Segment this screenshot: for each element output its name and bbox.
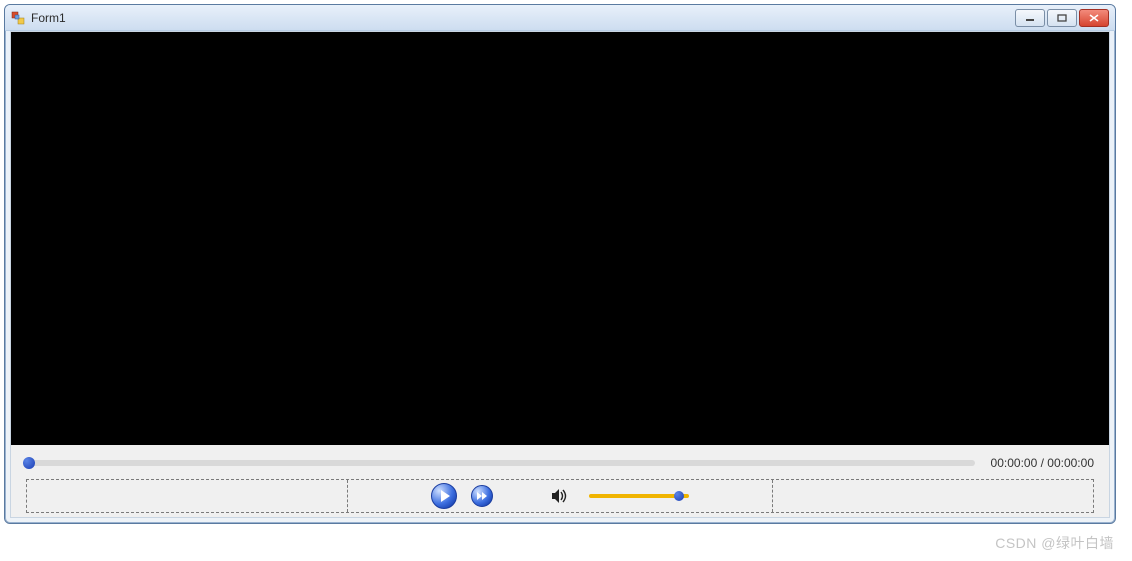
seek-thumb[interactable] [23, 457, 35, 469]
controls-right-cell [773, 480, 1093, 512]
fast-forward-button[interactable] [471, 485, 493, 507]
window-title: Form1 [31, 11, 66, 25]
controls-panel [26, 479, 1094, 513]
seek-slider[interactable] [26, 460, 975, 466]
watermark: CSDN @绿叶白墙 [995, 533, 1114, 553]
close-button[interactable] [1079, 9, 1109, 27]
play-button[interactable] [431, 483, 457, 509]
controls-left-cell [27, 480, 347, 512]
play-icon [441, 490, 450, 502]
seek-row: 00:00:00 / 00:00:00 [26, 451, 1094, 475]
speaker-icon[interactable] [551, 488, 569, 504]
app-window: Form1 00:00:00 / 00:00:00 [4, 4, 1116, 524]
video-display[interactable] [11, 32, 1109, 445]
client-area: 00:00:00 / 00:00:00 [10, 31, 1110, 518]
maximize-button[interactable] [1047, 9, 1077, 27]
volume-slider[interactable] [589, 494, 689, 498]
fast-forward-icon [477, 492, 487, 500]
title-bar[interactable]: Form1 [5, 5, 1115, 31]
controls-mid-cell [347, 480, 773, 512]
window-buttons [1015, 9, 1109, 27]
minimize-button[interactable] [1015, 9, 1045, 27]
time-display: 00:00:00 / 00:00:00 [991, 456, 1094, 470]
total-time: 00:00:00 [1047, 456, 1094, 470]
form-icon [11, 11, 25, 25]
time-separator: / [1037, 456, 1047, 470]
volume-thumb[interactable] [674, 491, 684, 501]
current-time: 00:00:00 [991, 456, 1038, 470]
